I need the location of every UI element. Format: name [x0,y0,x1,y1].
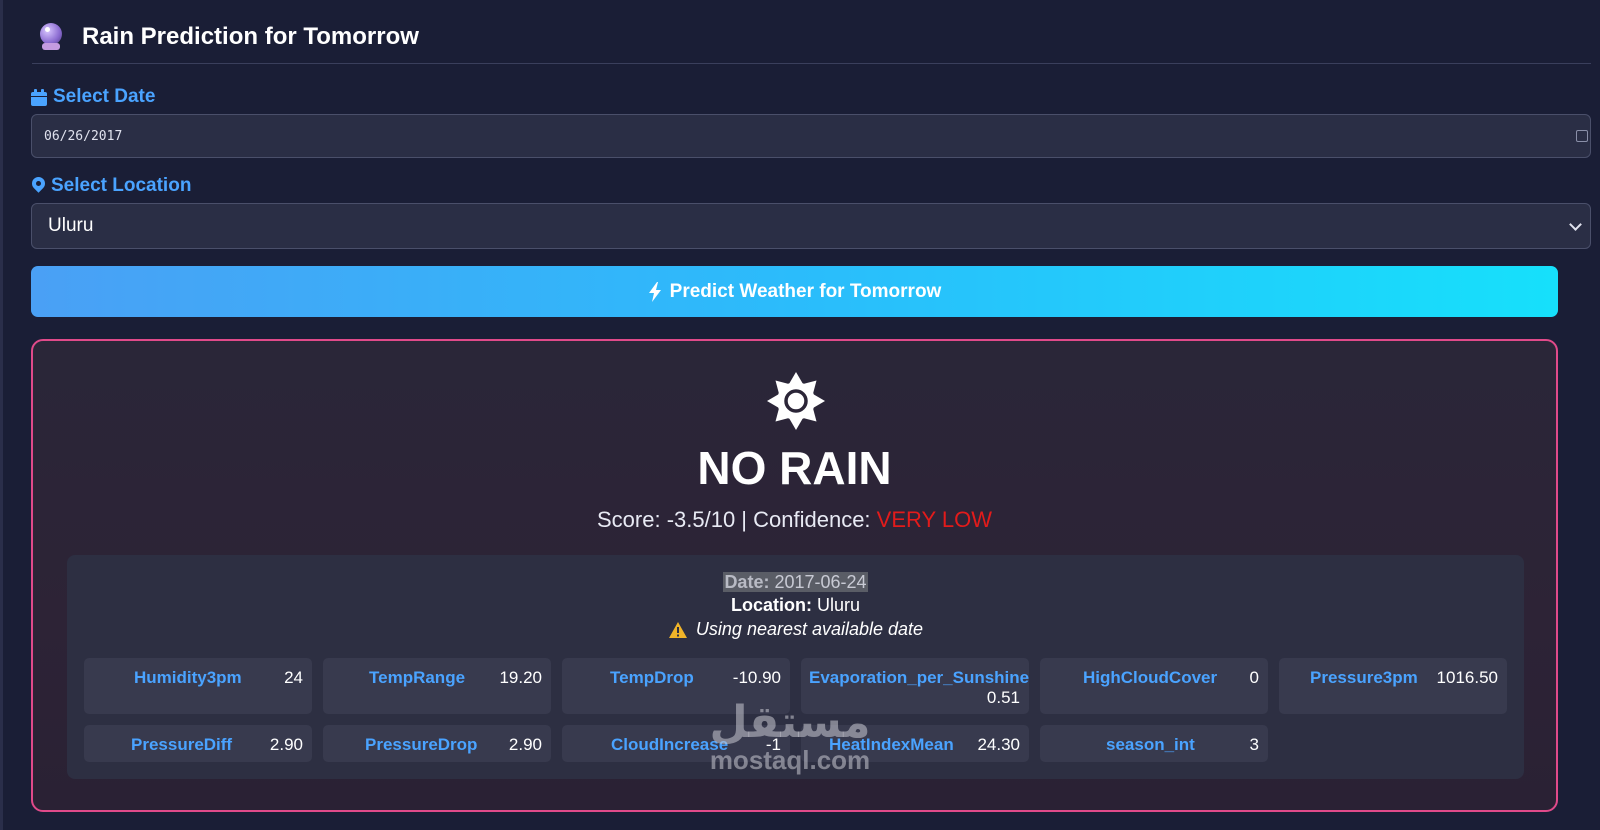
date-input-value: 06/26/2017 [44,128,123,144]
watermark-latin: mostaql.com [709,745,871,775]
watermark-arabic: مستقل [709,697,871,748]
feature-card: PressureDiff 2.90 [84,725,312,762]
feature-name: TempDrop [610,668,694,687]
chevron-down-icon [1569,218,1582,231]
result-title: NO RAIN [697,442,892,494]
date-field-label: Select Date [31,86,155,108]
feature-name: TempRange [369,668,466,687]
feature-name: PressureDrop [365,735,478,754]
location-value: Uluru [817,595,861,615]
feature-value: -10.90 [732,668,781,687]
date-value: 2017-06-24 [774,572,867,592]
details-location: Location: Uluru [67,595,1524,616]
feature-name: Evaporation_per_Sunshine [809,668,1030,687]
feature-name: HighCloudCover [1083,668,1218,687]
location-select[interactable]: Uluru [31,203,1591,249]
score-line: Score: -3.5/10 | Confidence: VERY LOW [33,507,1556,533]
predict-button-label: Predict Weather for Tomorrow [669,280,942,302]
feature-value: 3 [1249,735,1259,754]
score-text: Score: -3.5/10 | Confidence: [597,507,877,532]
feature-name: PressureDiff [131,735,233,754]
page-header: Rain Prediction for Tomorrow [32,10,1591,64]
bolt-icon [648,281,662,302]
left-edge-divider [0,0,3,830]
sun-icon [766,371,826,431]
date-picker-icon[interactable] [1576,130,1588,142]
location-field-label: Select Location [29,174,192,197]
feature-value: 24 [284,668,303,687]
feature-value: 1016.50 [1436,668,1498,687]
feature-value: 19.20 [499,668,542,687]
location-label-text: Select Location [51,175,192,196]
feature-card: HighCloudCover 0 [1040,658,1268,714]
feature-card: Pressure3pm 1016.50 [1279,658,1507,714]
map-pin-icon [29,174,48,195]
warning-icon [668,621,687,638]
feature-name: Humidity3pm [134,668,242,687]
date-label-text: Select Date [53,86,156,107]
location-select-value: Uluru [48,215,94,236]
date-input[interactable]: 06/26/2017 [31,114,1591,158]
feature-value: 0 [1249,668,1259,687]
feature-value: 0.51 [986,688,1020,707]
feature-value: 2.90 [269,735,303,754]
date-key: Date: [724,572,770,592]
details-warning: Using nearest available date [67,619,1524,640]
watermark: مستقل mostaql.com [690,697,890,775]
feature-name: Pressure3pm [1310,668,1418,687]
feature-name: season_int [1106,735,1195,754]
feature-card: PressureDrop 2.90 [323,725,551,762]
feature-value: 24.30 [977,735,1020,754]
page-title: Rain Prediction for Tomorrow [82,22,419,50]
feature-card: TempRange 19.20 [323,658,551,714]
location-key: Location: [730,595,812,615]
calendar-icon [31,88,47,106]
predict-button[interactable]: Predict Weather for Tomorrow [31,266,1558,317]
warning-text: Using nearest available date [695,619,924,639]
confidence-value: VERY LOW [876,507,992,532]
crystal-ball-icon [36,21,68,53]
feature-card: Humidity3pm 24 [84,658,312,714]
details-date: Date: 2017-06-24 [67,572,1524,593]
feature-value: 2.90 [508,735,542,754]
feature-card: season_int 3 [1040,725,1268,762]
